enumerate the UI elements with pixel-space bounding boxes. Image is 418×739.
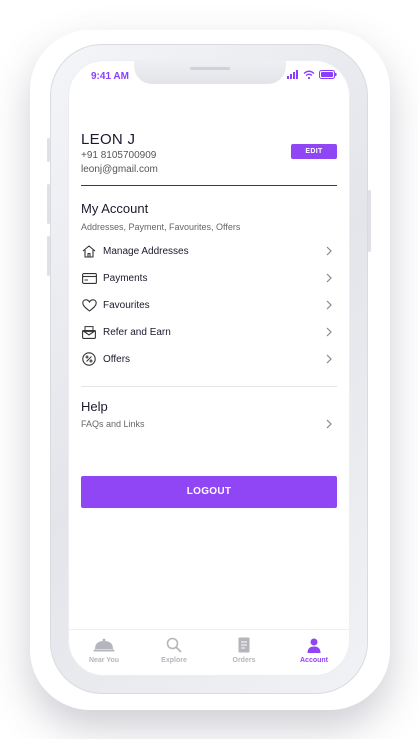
receipt-icon xyxy=(233,636,255,654)
menu-item-label: Manage Addresses xyxy=(103,245,189,257)
percent-icon xyxy=(81,351,97,367)
menu-item-label: Favourites xyxy=(103,299,150,311)
my-account-subtitle: Addresses, Payment, Favourites, Offers xyxy=(81,222,241,232)
nav-item-explore[interactable]: Explore xyxy=(143,636,205,664)
chevron-right-icon xyxy=(326,300,332,310)
nav-item-near-you[interactable]: Near You xyxy=(73,636,135,664)
user-icon xyxy=(303,636,325,654)
home-icon xyxy=(81,243,97,259)
chevron-right-icon xyxy=(326,246,332,256)
battery-icon xyxy=(319,70,337,79)
my-account-title: My Account xyxy=(81,201,149,216)
nav-label: Near You xyxy=(88,657,120,664)
menu-item-label: Refer and Earn xyxy=(103,326,171,338)
notch xyxy=(134,61,286,84)
menu-item-label: Offers xyxy=(103,353,131,365)
chevron-right-icon xyxy=(326,273,332,283)
nav-label: Account xyxy=(300,657,328,664)
help-title: Help xyxy=(81,399,108,414)
mute-switch xyxy=(47,138,50,162)
search-icon xyxy=(163,636,185,654)
nav-label: Orders xyxy=(232,657,256,664)
heart-icon xyxy=(81,297,97,313)
profile-phone: +91 8105700909 xyxy=(81,150,157,161)
phone-screen: 9:41 AM LEON J +91 8105700909 leonj@gmai… xyxy=(68,60,350,676)
menu-item-label: Payments xyxy=(103,272,148,284)
chevron-right-icon xyxy=(326,419,332,429)
help-subtitle: FAQs and Links xyxy=(81,419,145,429)
profile-email: leonj@gmail.com xyxy=(81,164,158,175)
menu-item-payments[interactable]: Payments xyxy=(81,268,337,288)
signal-icon xyxy=(287,70,298,79)
status-icons xyxy=(287,70,337,79)
nav-label: Explore xyxy=(161,657,187,664)
nav-item-account[interactable]: Account xyxy=(283,636,345,664)
help-section[interactable]: Help FAQs and Links xyxy=(81,399,337,437)
menu-item-offers[interactable]: Offers xyxy=(81,349,337,369)
menu-item-favourites[interactable]: Favourites xyxy=(81,295,337,315)
menu-item-refer-and-earn[interactable]: Refer and Earn xyxy=(81,322,337,342)
status-time: 9:41 AM xyxy=(91,71,129,82)
nav-item-orders[interactable]: Orders xyxy=(213,636,275,664)
card-icon xyxy=(81,270,97,286)
logout-button[interactable]: LOGOUT xyxy=(81,476,337,508)
power-button xyxy=(368,190,371,252)
cloche-icon xyxy=(93,636,115,654)
profile-divider xyxy=(81,185,337,186)
envelope-icon xyxy=(81,324,97,340)
profile-name: LEON J xyxy=(81,131,136,148)
volume-down-button xyxy=(47,236,50,276)
edit-profile-button[interactable]: EDIT xyxy=(291,144,337,159)
menu-item-manage-addresses[interactable]: Manage Addresses xyxy=(81,241,337,261)
chevron-right-icon xyxy=(326,354,332,364)
wifi-icon xyxy=(303,70,315,79)
volume-up-button xyxy=(47,184,50,224)
section-divider xyxy=(81,386,337,387)
bottom-nav: Near You Explore Orders Account xyxy=(69,629,349,675)
chevron-right-icon xyxy=(326,327,332,337)
